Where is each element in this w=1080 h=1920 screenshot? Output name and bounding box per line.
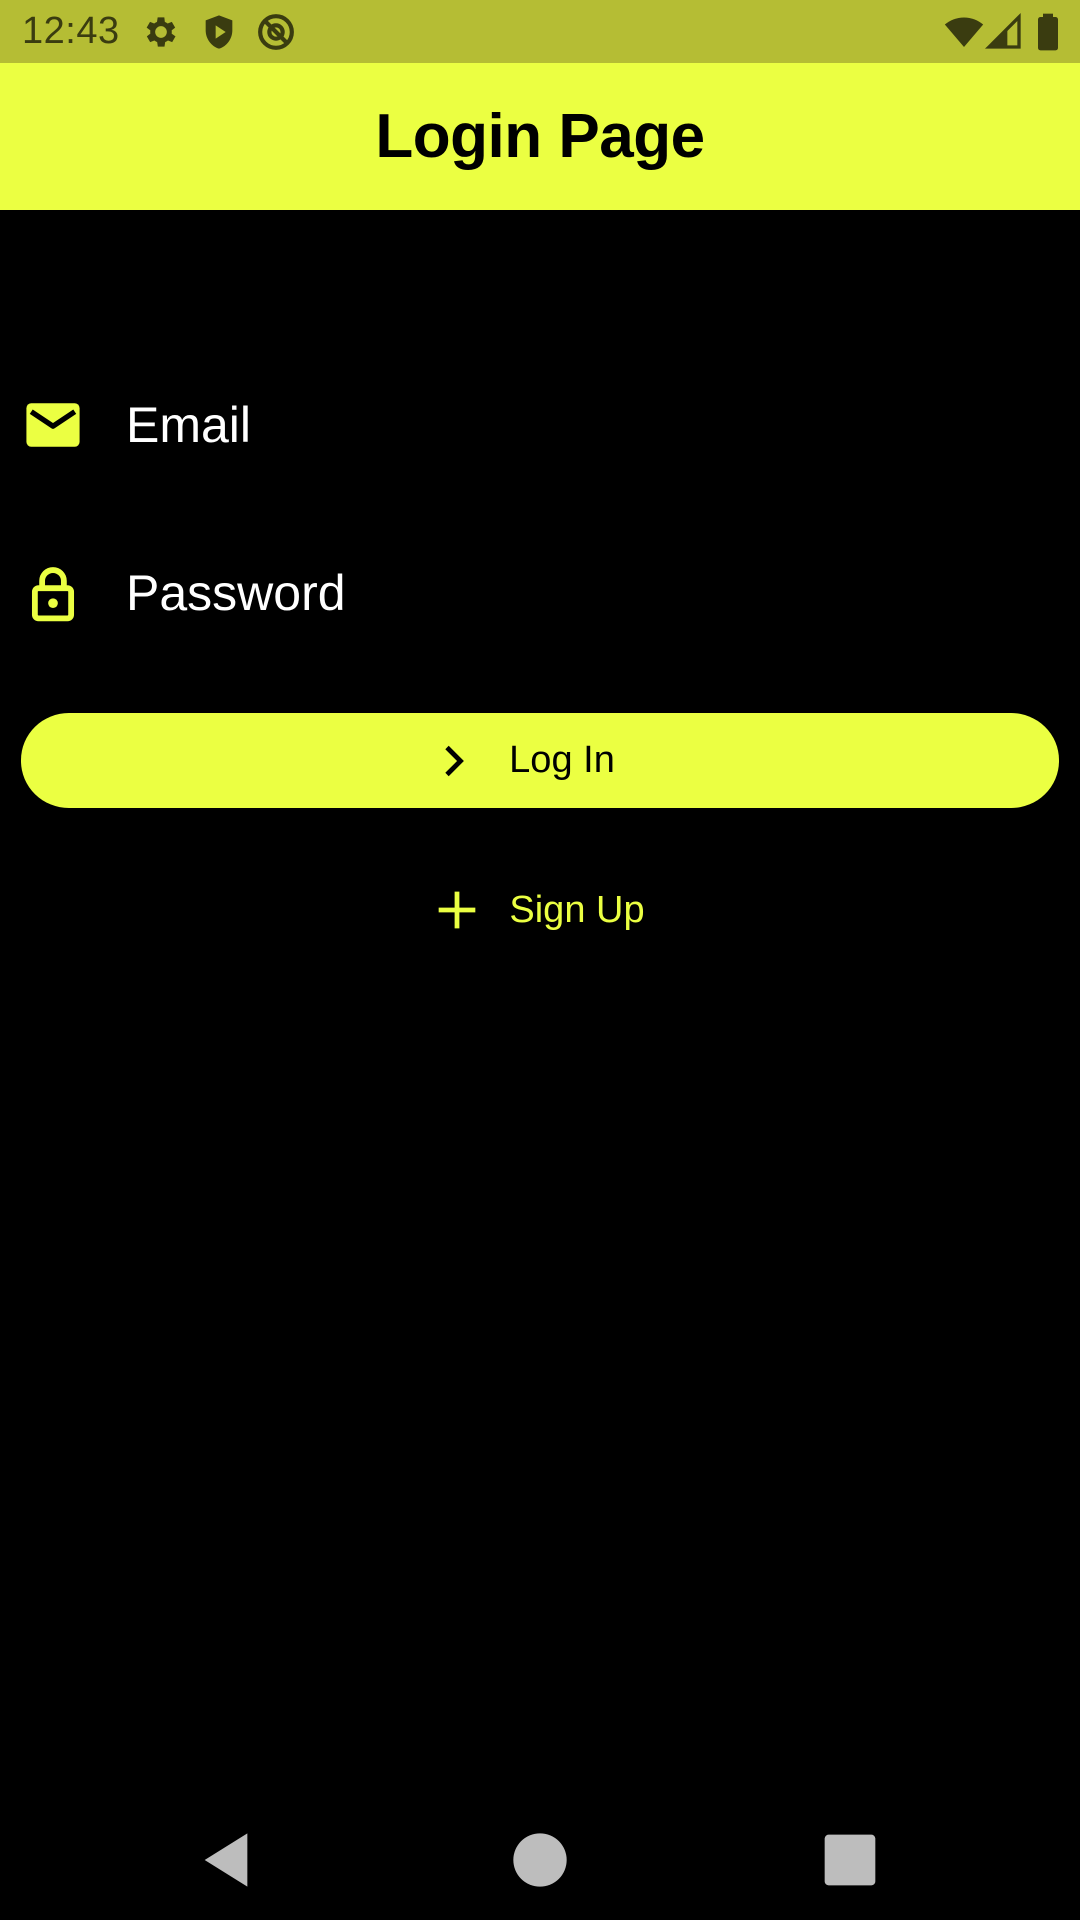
plus-icon <box>435 888 479 932</box>
shield-play-icon <box>199 12 239 52</box>
at-sign-icon <box>256 12 296 52</box>
status-bar: 12:43 <box>0 0 1080 63</box>
signup-button[interactable]: Sign Up <box>420 870 660 950</box>
chevron-right-icon <box>435 743 471 779</box>
recents-icon[interactable] <box>818 1828 882 1892</box>
lock-icon <box>24 564 82 622</box>
page-title: Login Page <box>375 102 705 171</box>
app-bar: Login Page <box>0 63 1080 210</box>
back-icon[interactable] <box>194 1828 258 1892</box>
navigation-bar <box>0 1800 1080 1920</box>
wifi-icon <box>944 12 984 52</box>
email-field[interactable] <box>126 385 1046 465</box>
mail-icon <box>24 396 82 454</box>
gear-icon <box>141 12 181 52</box>
signup-button-label: Sign Up <box>509 888 645 931</box>
login-button-label: Log In <box>509 739 615 781</box>
home-icon[interactable] <box>508 1828 572 1892</box>
battery-icon <box>1030 12 1066 52</box>
email-row <box>0 375 1080 475</box>
login-button[interactable]: Log In <box>21 713 1059 808</box>
password-row <box>0 543 1080 643</box>
login-screen: 12:43 Login Page Email Log In Sign Up <box>0 0 1080 1920</box>
signal-icon <box>984 12 1024 52</box>
status-time: 12:43 <box>22 10 120 52</box>
password-field[interactable] <box>126 553 1046 633</box>
